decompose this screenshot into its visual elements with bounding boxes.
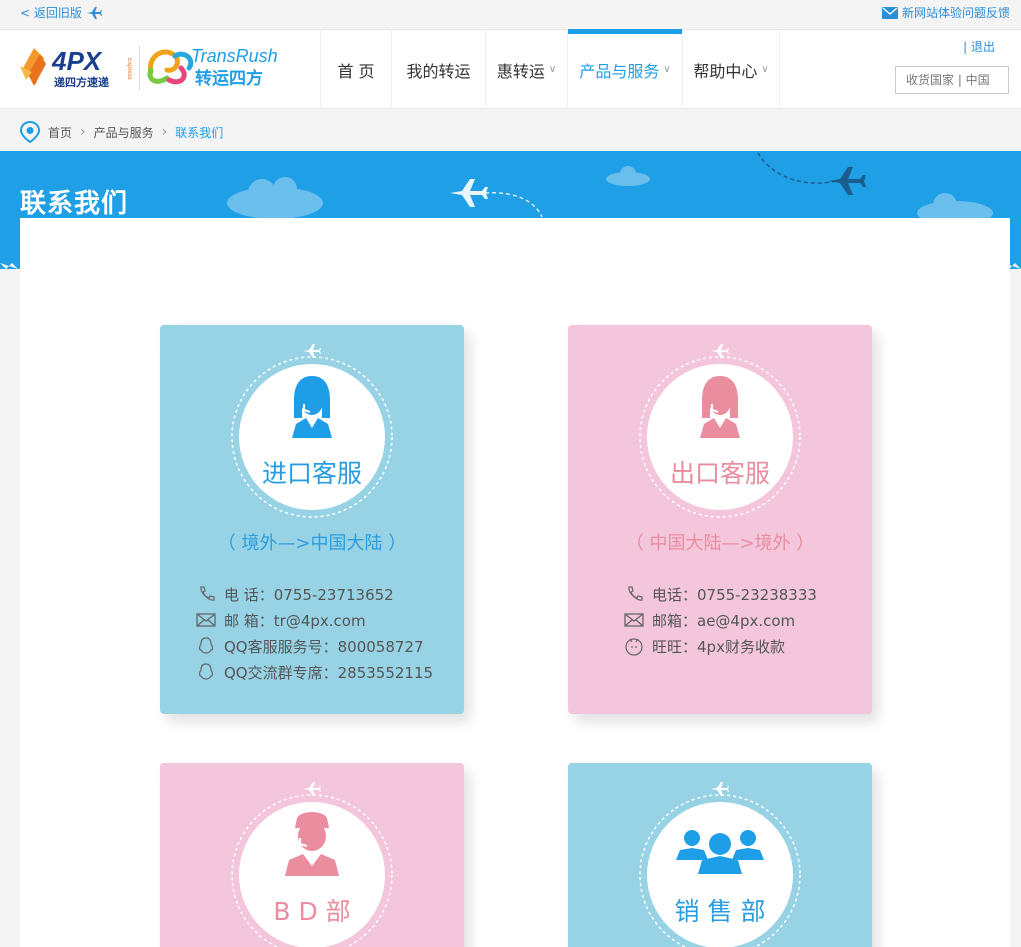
female-agent-icon: [292, 376, 332, 438]
airplane-icon: [450, 179, 488, 207]
contact-text: 电话：0755-23238333: [652, 585, 817, 604]
contact-list: 电 话：0755-23713652 邮 箱：tr@4px.com QQ客服服务号…: [196, 581, 433, 685]
country-select[interactable]: 收货国家 | 中国: [895, 66, 1009, 94]
page-title: 联系我们: [20, 189, 129, 219]
contact-text: 电 话：0755-23713652: [224, 585, 394, 604]
export-service-card: 出口客服 （ 中国大陆—>境外 ） 电话：0755-23238333 邮箱：ae…: [568, 325, 872, 714]
card-title: 出口客服: [669, 459, 770, 488]
breadcrumb-current: 联系我们: [175, 125, 224, 140]
airplane-icon: [711, 344, 729, 358]
chevron-right-icon: ›: [161, 124, 168, 140]
nav-home[interactable]: 首 页: [320, 30, 391, 109]
airplane-icon: [711, 782, 729, 796]
back-label: < 返回旧版: [20, 6, 82, 20]
female-agent-icon: [700, 376, 740, 438]
4px-logo[interactable]: 4PX 递四方速递 Express: [20, 44, 132, 90]
team-icon: [676, 830, 764, 874]
site-header: 4PX 递四方速递 Express TransRush 转运四方 首 页 我的转…: [0, 29, 1021, 109]
card-direction: （ 中国大陆—>境外 ）: [625, 533, 815, 554]
logout-link[interactable]: | 退出: [963, 38, 995, 55]
mail-icon: [624, 610, 644, 630]
breadcrumb-home[interactable]: 首页: [48, 124, 72, 141]
back-to-old-version-link[interactable]: < 返回旧版: [20, 4, 102, 21]
chevron-down-icon: ∨: [548, 64, 557, 75]
airplane-icon: [828, 167, 866, 195]
contact-text: 邮箱：ae@4px.com: [652, 611, 796, 630]
logo-divider: [139, 46, 140, 90]
phone-icon: [624, 584, 644, 604]
nav-my-transfer-label: 我的转运: [406, 61, 471, 81]
airplane-icon: [303, 782, 321, 796]
contact-list: 电话：0755-23238333 邮箱：ae@4px.com 旺旺：4px财务收…: [624, 581, 817, 659]
airplane-icon: [86, 6, 102, 19]
nav-products-services[interactable]: 产品与服务 ∨: [567, 29, 682, 109]
contact-text: QQ客服服务号：800058727: [224, 637, 424, 656]
contact-text: QQ交流群专席：2853552115: [224, 663, 434, 682]
card-title: B D 部: [273, 897, 351, 926]
contact-email: 邮箱：ae@4px.com: [624, 607, 817, 633]
contact-qq-group: QQ交流群专席：2853552115: [196, 659, 433, 685]
logo-tr-sub: 转运四方: [195, 68, 263, 89]
chevron-right-icon: ›: [80, 124, 86, 140]
mail-icon: [196, 610, 216, 630]
chevron-down-icon: ∨: [663, 64, 671, 75]
contact-phone: 电 话：0755-23713652: [196, 581, 433, 607]
export-service-emblem: 出口客服: [638, 344, 802, 519]
contact-phone: 电话：0755-23238333: [624, 581, 817, 607]
contact-text: 邮 箱：tr@4px.com: [224, 611, 366, 630]
nav-hui-transfer[interactable]: 惠转运 ∨: [485, 30, 567, 109]
contact-qq-service: QQ客服服务号：800058727: [196, 633, 433, 659]
bd-department-emblem: B D 部: [230, 782, 394, 947]
import-service-card: 进口客服 （ 境外—>中国大陆 ） 电 话：0755-23713652 邮 箱：…: [160, 325, 464, 714]
top-bar: < 返回旧版 新网站体验问题反馈: [0, 0, 1021, 25]
airplane-icon: [303, 344, 321, 358]
chevron-down-icon: ∨: [761, 64, 769, 75]
contact-email: 邮 箱：tr@4px.com: [196, 607, 433, 633]
nav-help-center[interactable]: 帮助中心 ∨: [682, 30, 780, 109]
qq-icon: [196, 662, 216, 682]
sales-department-emblem: 销 售 部: [638, 782, 802, 947]
nav-hui-transfer-label: 惠转运: [496, 61, 545, 81]
logo-4px-express: Express: [126, 58, 132, 80]
feedback-label: 新网站体验问题反馈: [901, 6, 1010, 20]
card-title: 进口客服: [261, 459, 362, 488]
qq-icon: [196, 636, 216, 656]
logo-4px-text: 4PX: [51, 46, 103, 76]
nav-products-services-label: 产品与服务: [579, 61, 660, 81]
nav-my-transfer[interactable]: 我的转运: [391, 30, 485, 109]
male-agent-icon: [285, 812, 339, 876]
card-title: 销 售 部: [674, 897, 766, 926]
contact-text: 旺旺：4px财务收款: [652, 637, 785, 656]
contact-wangwang: 旺旺：4px财务收款: [624, 633, 817, 659]
nav-home-label: 首 页: [337, 61, 375, 81]
sales-department-card: 销 售 部: [568, 763, 872, 947]
location-pin-icon: [20, 121, 40, 143]
main-nav: 首 页 我的转运 惠转运 ∨ 产品与服务 ∨ 帮助中心 ∨: [320, 29, 780, 109]
breadcrumb-products[interactable]: 产品与服务: [94, 124, 154, 141]
breadcrumb: 首页 › 产品与服务 › 联系我们: [20, 120, 223, 144]
import-service-emblem: 进口客服: [230, 344, 394, 519]
transrush-logo[interactable]: TransRush 转运四方: [145, 42, 280, 92]
feedback-link[interactable]: 新网站体验问题反馈: [881, 4, 1010, 21]
content-panel: 进口客服 （ 境外—>中国大陆 ） 电 话：0755-23713652 邮 箱：…: [20, 218, 1010, 947]
mail-icon: [881, 6, 898, 19]
nav-help-center-label: 帮助中心: [693, 61, 758, 81]
phone-icon: [196, 584, 216, 604]
bd-department-card: B D 部: [160, 763, 464, 947]
logo-tr-text: TransRush: [191, 46, 278, 66]
wangwang-icon: [624, 636, 644, 656]
logo-4px-sub: 递四方速递: [54, 75, 109, 89]
card-direction: （ 境外—>中国大陆 ）: [217, 533, 407, 554]
